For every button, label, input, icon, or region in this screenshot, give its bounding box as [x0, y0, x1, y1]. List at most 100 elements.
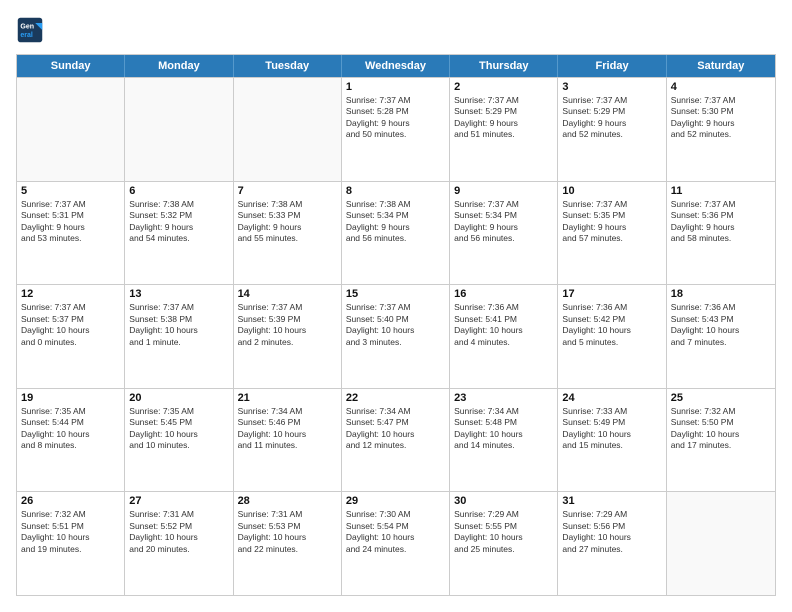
cell-info: Sunrise: 7:37 AM Sunset: 5:29 PM Dayligh… — [562, 95, 661, 141]
cell-info: Sunrise: 7:36 AM Sunset: 5:43 PM Dayligh… — [671, 302, 771, 348]
week-row-5: 26 Sunrise: 7:32 AM Sunset: 5:51 PM Dayli… — [17, 491, 775, 595]
cell-info: Sunrise: 7:37 AM Sunset: 5:29 PM Dayligh… — [454, 95, 553, 141]
cal-cell: 25Sunrise: 7:32 AM Sunset: 5:50 PM Dayli… — [667, 389, 775, 492]
calendar-header: SundayMondayTuesdayWednesdayThursdayFrid… — [17, 55, 775, 77]
day-number: 13 — [129, 288, 228, 300]
day-number: 30 — [454, 495, 553, 507]
cell-info: Sunrise: 7:37 AM Sunset: 5:30 PM Dayligh… — [671, 95, 771, 141]
day-header-saturday: Saturday — [667, 55, 775, 77]
cal-cell: 9 Sunrise: 7:37 AM Sunset: 5:34 PM Daylig… — [450, 182, 558, 285]
week-row-3: 12Sunrise: 7:37 AM Sunset: 5:37 PM Dayli… — [17, 284, 775, 388]
cal-cell: 20 Sunrise: 7:35 AM Sunset: 5:45 PM Dayli… — [125, 389, 233, 492]
cal-cell: 10 Sunrise: 7:37 AM Sunset: 5:35 PM Dayli… — [558, 182, 666, 285]
cell-info: Sunrise: 7:31 AM Sunset: 5:53 PM Dayligh… — [238, 509, 337, 555]
day-header-tuesday: Tuesday — [234, 55, 342, 77]
cal-cell: 29 Sunrise: 7:30 AM Sunset: 5:54 PM Dayli… — [342, 492, 450, 595]
day-number: 20 — [129, 392, 228, 404]
cal-cell — [125, 78, 233, 181]
header: Gen eral — [16, 16, 776, 44]
cell-info: Sunrise: 7:37 AM Sunset: 5:38 PM Dayligh… — [129, 302, 228, 348]
cell-info: Sunrise: 7:37 AM Sunset: 5:31 PM Dayligh… — [21, 199, 120, 245]
cal-cell: 19Sunrise: 7:35 AM Sunset: 5:44 PM Dayli… — [17, 389, 125, 492]
day-number: 24 — [562, 392, 661, 404]
cal-cell: 28Sunrise: 7:31 AM Sunset: 5:53 PM Dayli… — [234, 492, 342, 595]
cal-cell: 8Sunrise: 7:38 AM Sunset: 5:34 PM Daylig… — [342, 182, 450, 285]
day-number: 10 — [562, 185, 661, 197]
cell-info: Sunrise: 7:36 AM Sunset: 5:42 PM Dayligh… — [562, 302, 661, 348]
cal-cell: 15Sunrise: 7:37 AM Sunset: 5:40 PM Dayli… — [342, 285, 450, 388]
cell-info: Sunrise: 7:31 AM Sunset: 5:52 PM Dayligh… — [129, 509, 228, 555]
cell-info: Sunrise: 7:35 AM Sunset: 5:45 PM Dayligh… — [129, 406, 228, 452]
cell-info: Sunrise: 7:37 AM Sunset: 5:37 PM Dayligh… — [21, 302, 120, 348]
day-number: 1 — [346, 81, 445, 93]
logo: Gen eral — [16, 16, 48, 44]
cell-info: Sunrise: 7:37 AM Sunset: 5:39 PM Dayligh… — [238, 302, 337, 348]
day-number: 22 — [346, 392, 445, 404]
cal-cell: 6Sunrise: 7:38 AM Sunset: 5:32 PM Daylig… — [125, 182, 233, 285]
cell-info: Sunrise: 7:33 AM Sunset: 5:49 PM Dayligh… — [562, 406, 661, 452]
week-row-2: 5 Sunrise: 7:37 AM Sunset: 5:31 PM Daylig… — [17, 181, 775, 285]
day-number: 31 — [562, 495, 661, 507]
day-number: 27 — [129, 495, 228, 507]
cal-cell: 2 Sunrise: 7:37 AM Sunset: 5:29 PM Daylig… — [450, 78, 558, 181]
week-row-1: 1 Sunrise: 7:37 AM Sunset: 5:28 PM Daylig… — [17, 77, 775, 181]
cell-info: Sunrise: 7:34 AM Sunset: 5:46 PM Dayligh… — [238, 406, 337, 452]
day-number: 8 — [346, 185, 445, 197]
svg-text:eral: eral — [20, 32, 33, 39]
cal-cell — [17, 78, 125, 181]
cell-info: Sunrise: 7:38 AM Sunset: 5:32 PM Dayligh… — [129, 199, 228, 245]
cal-cell: 18 Sunrise: 7:36 AM Sunset: 5:43 PM Dayli… — [667, 285, 775, 388]
week-row-4: 19Sunrise: 7:35 AM Sunset: 5:44 PM Dayli… — [17, 388, 775, 492]
page: Gen eral SundayMondayTuesdayWednesdayThu… — [0, 0, 792, 612]
cal-cell: 24 Sunrise: 7:33 AM Sunset: 5:49 PM Dayli… — [558, 389, 666, 492]
cal-cell: 22Sunrise: 7:34 AM Sunset: 5:47 PM Dayli… — [342, 389, 450, 492]
day-number: 21 — [238, 392, 337, 404]
day-number: 5 — [21, 185, 120, 197]
cal-cell: 14Sunrise: 7:37 AM Sunset: 5:39 PM Dayli… — [234, 285, 342, 388]
cell-info: Sunrise: 7:36 AM Sunset: 5:41 PM Dayligh… — [454, 302, 553, 348]
cell-info: Sunrise: 7:29 AM Sunset: 5:55 PM Dayligh… — [454, 509, 553, 555]
day-number: 2 — [454, 81, 553, 93]
cell-info: Sunrise: 7:30 AM Sunset: 5:54 PM Dayligh… — [346, 509, 445, 555]
calendar: SundayMondayTuesdayWednesdayThursdayFrid… — [16, 54, 776, 596]
cell-info: Sunrise: 7:32 AM Sunset: 5:51 PM Dayligh… — [21, 509, 120, 555]
day-header-wednesday: Wednesday — [342, 55, 450, 77]
cal-cell: 1 Sunrise: 7:37 AM Sunset: 5:28 PM Daylig… — [342, 78, 450, 181]
cal-cell: 13 Sunrise: 7:37 AM Sunset: 5:38 PM Dayli… — [125, 285, 233, 388]
day-number: 26 — [21, 495, 120, 507]
cal-cell: 16 Sunrise: 7:36 AM Sunset: 5:41 PM Dayli… — [450, 285, 558, 388]
cal-cell: 23 Sunrise: 7:34 AM Sunset: 5:48 PM Dayli… — [450, 389, 558, 492]
day-number: 29 — [346, 495, 445, 507]
day-header-friday: Friday — [558, 55, 666, 77]
cell-info: Sunrise: 7:34 AM Sunset: 5:48 PM Dayligh… — [454, 406, 553, 452]
cell-info: Sunrise: 7:37 AM Sunset: 5:34 PM Dayligh… — [454, 199, 553, 245]
cal-cell: 21 Sunrise: 7:34 AM Sunset: 5:46 PM Dayli… — [234, 389, 342, 492]
cal-cell: 26 Sunrise: 7:32 AM Sunset: 5:51 PM Dayli… — [17, 492, 125, 595]
day-number: 17 — [562, 288, 661, 300]
cal-cell: 3Sunrise: 7:37 AM Sunset: 5:29 PM Daylig… — [558, 78, 666, 181]
cal-cell: 11Sunrise: 7:37 AM Sunset: 5:36 PM Dayli… — [667, 182, 775, 285]
day-number: 7 — [238, 185, 337, 197]
cell-info: Sunrise: 7:37 AM Sunset: 5:28 PM Dayligh… — [346, 95, 445, 141]
svg-text:Gen: Gen — [20, 23, 34, 30]
cal-cell: 17 Sunrise: 7:36 AM Sunset: 5:42 PM Dayli… — [558, 285, 666, 388]
cell-info: Sunrise: 7:38 AM Sunset: 5:33 PM Dayligh… — [238, 199, 337, 245]
day-number: 15 — [346, 288, 445, 300]
day-number: 4 — [671, 81, 771, 93]
cell-info: Sunrise: 7:37 AM Sunset: 5:36 PM Dayligh… — [671, 199, 771, 245]
day-header-thursday: Thursday — [450, 55, 558, 77]
day-number: 9 — [454, 185, 553, 197]
cal-cell — [234, 78, 342, 181]
cal-cell — [667, 492, 775, 595]
cell-info: Sunrise: 7:37 AM Sunset: 5:35 PM Dayligh… — [562, 199, 661, 245]
cal-cell: 4 Sunrise: 7:37 AM Sunset: 5:30 PM Daylig… — [667, 78, 775, 181]
day-header-monday: Monday — [125, 55, 233, 77]
cell-info: Sunrise: 7:29 AM Sunset: 5:56 PM Dayligh… — [562, 509, 661, 555]
cal-cell: 27 Sunrise: 7:31 AM Sunset: 5:52 PM Dayli… — [125, 492, 233, 595]
day-number: 25 — [671, 392, 771, 404]
day-number: 18 — [671, 288, 771, 300]
day-number: 16 — [454, 288, 553, 300]
calendar-body: 1 Sunrise: 7:37 AM Sunset: 5:28 PM Daylig… — [17, 77, 775, 595]
cal-cell: 30 Sunrise: 7:29 AM Sunset: 5:55 PM Dayli… — [450, 492, 558, 595]
day-number: 23 — [454, 392, 553, 404]
